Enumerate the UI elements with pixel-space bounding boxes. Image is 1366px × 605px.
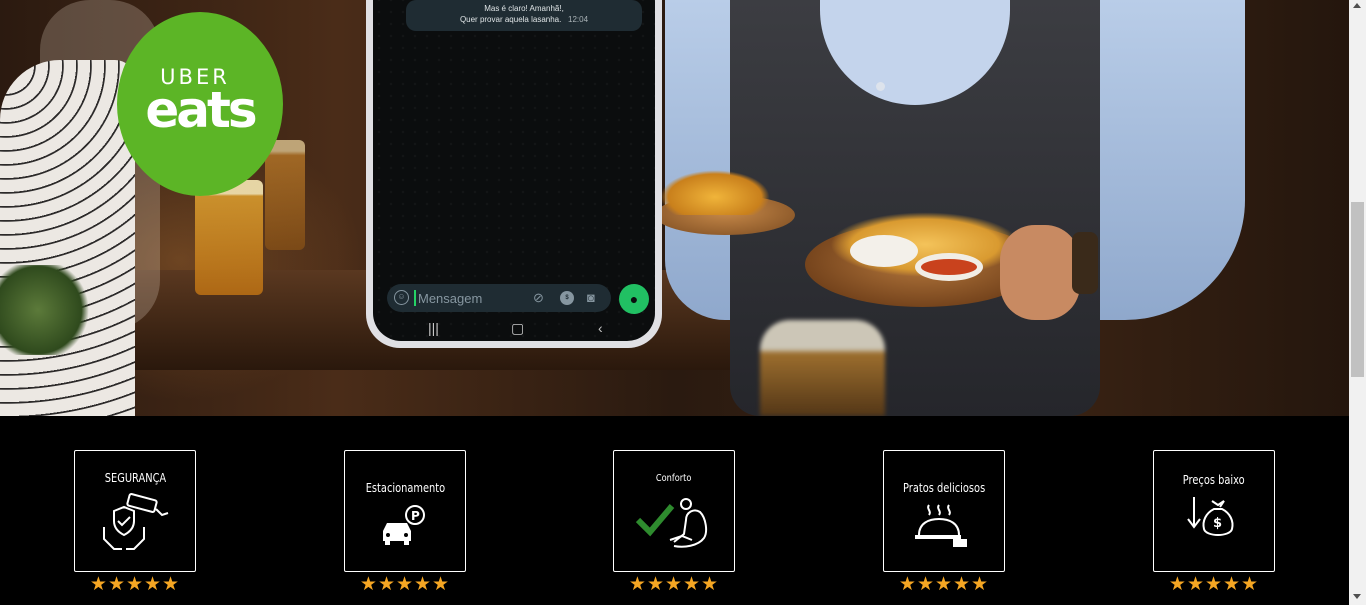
hero-banner: UBER eats Mas é claro! Amanhã!, Quer pro… <box>0 0 1349 416</box>
feature-label: Pratos deliciosos <box>902 481 986 495</box>
whatsapp-screen: Mas é claro! Amanhã!, Quer provar aquela… <box>373 0 655 341</box>
uber-eats-logo[interactable]: UBER eats <box>117 12 283 196</box>
feature-label: Conforto <box>656 473 692 484</box>
scrollbar-thumb[interactable] <box>1351 202 1364 377</box>
scroll-down-icon[interactable] <box>1353 594 1361 599</box>
feature-label: Estacionamento <box>365 481 445 495</box>
message-line1: Mas é claro! Amanhã!, <box>484 4 564 13</box>
comfort-chair-check-icon <box>635 498 708 548</box>
feature-card[interactable]: Conforto <box>613 450 735 572</box>
wrist-watch <box>1072 232 1098 294</box>
car-parking-icon: P <box>383 505 425 545</box>
waiter-hand <box>1000 225 1080 320</box>
text-caret <box>414 290 416 306</box>
feature-card[interactable]: Estacionamento P <box>344 450 466 572</box>
message-input[interactable]: Mensagem <box>418 291 482 306</box>
rating-stars: ★★★★★ <box>89 574 181 595</box>
sauce-bowl <box>850 235 918 267</box>
beer-glass-back <box>265 140 305 250</box>
feature-precos-baixo: Preços baixo $ ★★★★★ <box>1153 450 1275 595</box>
android-navbar: ||| ▢ ‹ <box>373 320 655 340</box>
features-section: SEGURANÇA ★★★★★ Estacionamento P ★★★★★ C… <box>0 416 1349 605</box>
feature-card[interactable]: SEGURANÇA <box>74 450 196 572</box>
beer-glass <box>195 180 263 295</box>
feature-card[interactable]: Pratos deliciosos <box>883 450 1005 572</box>
security-camera-hands-icon <box>103 493 169 550</box>
recent-apps-icon[interactable]: ||| <box>428 320 439 336</box>
phone-mockup: Mas é claro! Amanhã!, Quer provar aquela… <box>366 0 662 348</box>
customer-shirt <box>0 60 135 416</box>
payment-icon[interactable]: $ <box>560 291 574 305</box>
message-bubble: Mas é claro! Amanhã!, Quer provar aquela… <box>406 0 642 31</box>
rating-stars: ★★★★★ <box>898 574 990 595</box>
logo-line2: eats <box>145 81 257 139</box>
message-time: 12:04 <box>568 15 589 24</box>
home-icon[interactable]: ▢ <box>511 320 524 337</box>
feature-seguranca: SEGURANÇA ★★★★★ <box>74 450 196 595</box>
money-bag-down-icon: $ <box>1187 497 1234 536</box>
attach-icon[interactable]: ⊘ <box>533 290 544 306</box>
shirt-button <box>876 82 885 91</box>
back-icon[interactable]: ‹ <box>598 320 603 336</box>
rating-stars: ★★★★★ <box>628 574 720 595</box>
svg-text:$: $ <box>1213 516 1222 531</box>
feature-pratos-deliciosos: Pratos deliciosos ★★★★★ <box>883 450 1005 595</box>
scroll-up-icon[interactable] <box>1353 3 1361 8</box>
rating-stars: ★★★★★ <box>359 574 451 595</box>
message-line2: Quer provar aquela lasanha. <box>459 15 562 24</box>
rating-stars: ★★★★★ <box>1168 574 1260 595</box>
cloche-dish-icon <box>915 504 967 547</box>
svg-text:P: P <box>411 509 420 523</box>
feature-estacionamento: Estacionamento P ★★★★★ <box>344 450 466 595</box>
feature-label: Preços baixo <box>1183 473 1245 487</box>
feature-conforto: Conforto ★★★★★ <box>613 450 735 595</box>
message-input-bar[interactable]: ☺ Mensagem ⊘ $ ◙ <box>387 284 611 312</box>
foreground-glass <box>760 320 885 416</box>
plant <box>0 265 95 355</box>
nachos <box>660 170 770 215</box>
ketchup-bowl <box>915 253 983 281</box>
vertical-scrollbar[interactable] <box>1349 0 1366 605</box>
mic-icon[interactable]: ● <box>619 284 649 314</box>
page: UBER eats Mas é claro! Amanhã!, Quer pro… <box>0 0 1366 605</box>
feature-card[interactable]: Preços baixo $ <box>1153 450 1275 572</box>
emoji-icon[interactable]: ☺ <box>394 290 409 305</box>
camera-icon[interactable]: ◙ <box>587 290 595 305</box>
feature-label: SEGURANÇA <box>104 471 166 485</box>
